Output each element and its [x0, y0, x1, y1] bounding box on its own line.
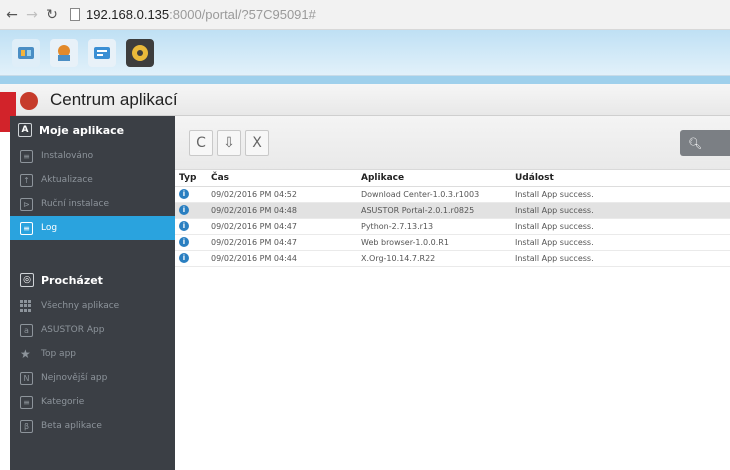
- sidebar-item-asustor-app[interactable]: a ASUSTOR App: [10, 318, 175, 342]
- log-toolbar: C ⇩ X 🔍︎: [175, 116, 730, 170]
- sidebar-item-beta-apps[interactable]: β Beta aplikace: [10, 414, 175, 438]
- sidebar-item-top-app[interactable]: ★ Top app: [10, 342, 175, 366]
- asustor-icon: a: [20, 323, 33, 337]
- table-row[interactable]: i 09/02/2016 PM 04:47 Python-2.7.13.r13 …: [175, 218, 730, 235]
- cell-time: 09/02/2016 PM 04:44: [207, 250, 357, 267]
- sidebar-item-newest-app[interactable]: N Nejnovější app: [10, 366, 175, 390]
- cell-event: Install App success.: [511, 218, 730, 235]
- cell-time: 09/02/2016 PM 04:52: [207, 186, 357, 203]
- clear-button[interactable]: X: [245, 129, 269, 156]
- sidebar-item-manual-install[interactable]: ⊳ Ruční instalace: [10, 192, 175, 216]
- beta-icon: β: [20, 419, 33, 433]
- sidebar-item-label: ASUSTOR App: [41, 325, 105, 335]
- forward-icon[interactable]: →: [24, 6, 40, 24]
- sidebar-item-installed[interactable]: ≡ Instalováno: [10, 144, 175, 168]
- log-table: Typ Čas Aplikace Událost i 09/02/2016 PM…: [175, 170, 730, 267]
- sidebar-section-my-apps[interactable]: A Moje aplikace: [10, 116, 175, 144]
- address-host: 192.168.0.135: [86, 7, 170, 22]
- sidebar-item-label: Všechny aplikace: [41, 301, 120, 311]
- topbar-stripe: [0, 76, 730, 84]
- column-header-time[interactable]: Čas: [207, 170, 357, 187]
- access-control-icon[interactable]: [88, 38, 116, 67]
- cell-time: 09/02/2016 PM 04:47: [207, 234, 357, 251]
- info-icon: i: [179, 221, 189, 231]
- window-title: Centrum aplikací: [50, 89, 178, 109]
- sidebar-item-label: Ruční instalace: [41, 199, 110, 209]
- column-header-app[interactable]: Aplikace: [357, 170, 511, 187]
- cell-app: ASUSTOR Portal-2.0.1.r0825: [357, 202, 511, 219]
- table-row[interactable]: i 09/02/2016 PM 04:48 ASUSTOR Portal-2.0…: [175, 202, 730, 219]
- sidebar: A Moje aplikace ≡ Instalováno ↑ Aktualiz…: [10, 116, 175, 470]
- app-central-icon[interactable]: [50, 38, 78, 67]
- column-header-event[interactable]: Událost: [511, 170, 730, 187]
- sidebar-item-label: Nejnovější app: [41, 373, 108, 383]
- sidebar-item-label: Kategorie: [41, 397, 85, 407]
- back-icon[interactable]: ←: [4, 6, 20, 24]
- info-icon: i: [179, 253, 189, 263]
- address-bar[interactable]: 192.168.0.135:8000/portal/?57C95091#: [70, 7, 316, 22]
- sidebar-item-label: Instalováno: [41, 151, 94, 161]
- info-icon: i: [179, 237, 189, 247]
- sidebar-item-label: Log: [41, 223, 58, 233]
- cell-app: X.Org-10.14.7.R22: [357, 250, 511, 267]
- cell-app: Python-2.7.13.r13: [357, 218, 511, 235]
- cell-event: Install App success.: [511, 250, 730, 267]
- installed-icon: ≡: [20, 149, 33, 163]
- browser-toolbar: ← → ↻ 192.168.0.135:8000/portal/?57C9509…: [0, 0, 730, 30]
- storage-manager-icon[interactable]: [126, 38, 154, 67]
- desktop-topbar: [0, 30, 730, 76]
- sidebar-item-log[interactable]: ≡ Log: [10, 216, 175, 240]
- cell-event: Install App success.: [511, 202, 730, 219]
- table-header-row: Typ Čas Aplikace Událost: [175, 170, 730, 187]
- cell-time: 09/02/2016 PM 04:48: [207, 202, 357, 219]
- cell-app: Download Center-1.0.3.r1003: [357, 186, 511, 203]
- export-button[interactable]: ⇩: [217, 129, 241, 156]
- settings-icon[interactable]: [12, 38, 40, 67]
- app-central-window-icon: [20, 92, 38, 110]
- cell-event: Install App success.: [511, 234, 730, 251]
- sidebar-item-label: Top app: [41, 349, 76, 359]
- address-path: :8000/portal/?57C95091#: [169, 7, 316, 22]
- sidebar-item-update[interactable]: ↑ Aktualizace: [10, 168, 175, 192]
- new-icon: N: [20, 371, 33, 385]
- sidebar-item-all-apps[interactable]: Všechny aplikace: [10, 294, 175, 318]
- sidebar-section-browse[interactable]: ◎ Procházet: [10, 266, 175, 294]
- info-icon: i: [179, 205, 189, 215]
- cell-time: 09/02/2016 PM 04:47: [207, 218, 357, 235]
- cell-app: Web browser-1.0.0.R1: [357, 234, 511, 251]
- sidebar-item-label: Beta aplikace: [41, 421, 102, 431]
- search-field[interactable]: 🔍︎: [680, 130, 730, 156]
- manual-install-icon: ⊳: [20, 197, 33, 211]
- cell-event: Install App success.: [511, 186, 730, 203]
- my-apps-icon: A: [18, 123, 32, 137]
- sidebar-section-label: Procházet: [41, 273, 103, 287]
- window-titlebar: Centrum aplikací: [0, 84, 730, 116]
- browse-icon: ◎: [20, 273, 34, 287]
- reload-icon[interactable]: ↻: [44, 6, 60, 24]
- table-row[interactable]: i 09/02/2016 PM 04:44 X.Org-10.14.7.R22 …: [175, 250, 730, 267]
- refresh-button[interactable]: C: [189, 129, 213, 156]
- log-icon: ≡: [20, 221, 33, 235]
- info-icon: i: [179, 189, 189, 199]
- table-row[interactable]: i 09/02/2016 PM 04:47 Web browser-1.0.0.…: [175, 234, 730, 251]
- sidebar-item-categories[interactable]: ≡ Kategorie: [10, 390, 175, 414]
- main-content: C ⇩ X 🔍︎ Typ Čas Aplikace Událost i 09/0…: [175, 116, 730, 470]
- page-icon: [70, 8, 80, 21]
- sidebar-section-label: Moje aplikace: [39, 123, 125, 137]
- table-row[interactable]: i 09/02/2016 PM 04:52 Download Center-1.…: [175, 186, 730, 203]
- update-icon: ↑: [20, 173, 33, 187]
- star-icon: ★: [20, 347, 31, 361]
- grid-icon: [20, 299, 33, 313]
- column-header-type[interactable]: Typ: [175, 170, 207, 187]
- sidebar-item-label: Aktualizace: [41, 175, 93, 185]
- search-icon: 🔍︎: [688, 136, 702, 150]
- list-icon: ≡: [20, 395, 33, 409]
